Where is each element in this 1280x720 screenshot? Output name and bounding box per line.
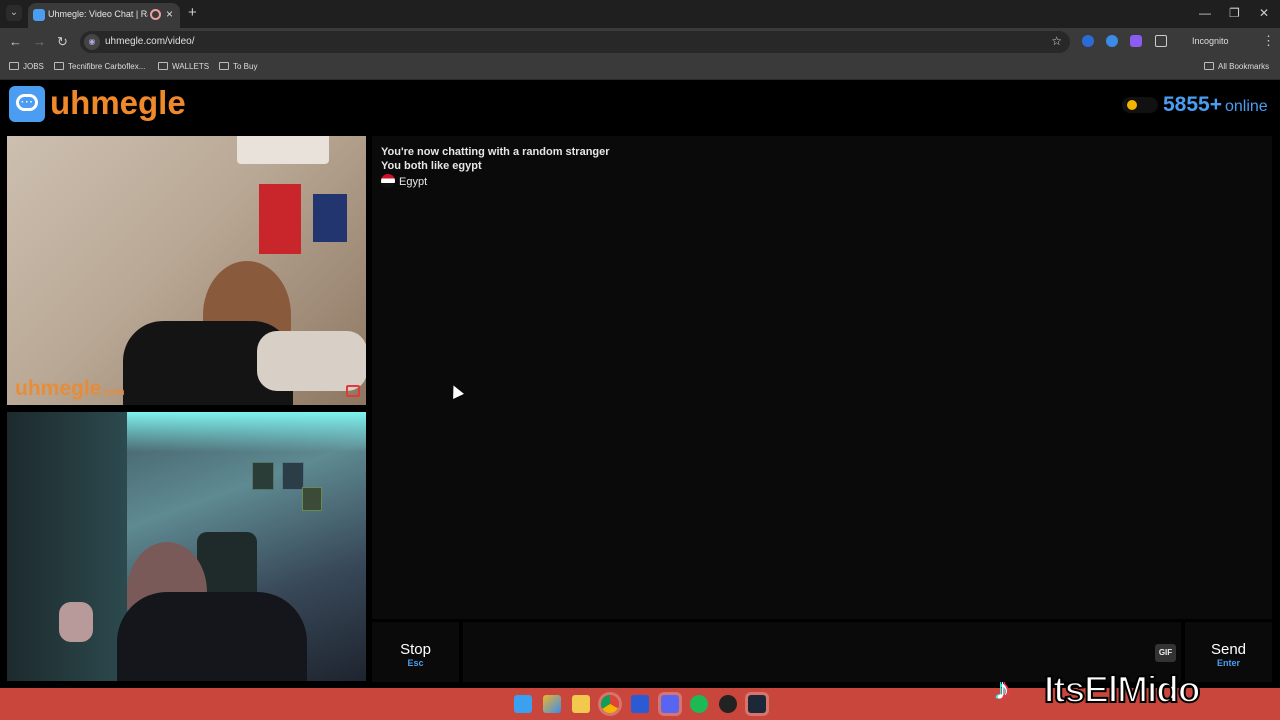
self-video [7,412,366,681]
extension-shield-icon[interactable] [1106,35,1118,47]
self-shirt [117,592,307,681]
chat-bubble-logo-icon[interactable]: ··· [9,86,45,122]
poster [282,462,304,490]
folder-icon [9,62,19,70]
bookmark-to-buy[interactable]: To Buy [219,62,257,71]
bookmark-wallets[interactable]: WALLETS [158,62,209,71]
obs-icon[interactable] [719,695,737,713]
creator-overlay: ItsElMido [1043,668,1201,711]
tab-search-icon[interactable]: ⌄ [6,5,22,21]
tiktok-logo-icon: ♪ [995,673,1010,706]
jersey-blue [313,194,347,242]
self-hand [59,602,93,642]
led-light [117,412,366,452]
bookmark-star-icon[interactable]: ☆ [1051,34,1062,48]
discord-icon[interactable] [661,695,679,713]
chrome-icon[interactable] [601,695,619,713]
back-icon[interactable]: ← [9,34,22,49]
system-message: You both like egypt [381,160,482,172]
gif-button[interactable]: GIF [1155,644,1176,662]
bookmark-jobs[interactable]: JOBS [9,62,44,71]
restore-icon[interactable]: ❐ [1229,6,1240,20]
all-bookmarks[interactable]: All Bookmarks [1204,62,1269,71]
store-icon[interactable] [631,695,649,713]
url-text: uhmegle.com/video/ [105,36,195,47]
poster [302,487,322,511]
air-conditioner [237,136,329,164]
tab-favicon-icon [33,9,45,21]
site-info-icon[interactable]: ◉ [84,34,100,50]
steam-icon[interactable] [748,695,766,713]
spotify-icon[interactable] [690,695,708,713]
bookmark-tecnifibre[interactable]: Tecnifibre Carboflex... [54,62,145,71]
copilot-icon[interactable] [543,695,561,713]
chat-log: You're now chatting with a random strang… [372,136,1272,619]
site-logo[interactable]: uhmegle [50,84,186,122]
start-icon[interactable] [514,695,532,713]
address-bar[interactable]: ◉ uhmegle.com/video/ ☆ [80,31,1070,53]
folder-icon [1204,62,1214,70]
tab-close-icon[interactable]: × [166,7,173,21]
theme-toggle[interactable] [1122,97,1158,113]
bookmarks-bar: JOBS Tecnifibre Carboflex... WALLETS To … [0,56,1280,80]
forward-icon[interactable]: → [33,34,46,49]
file-explorer-icon[interactable] [572,695,590,713]
stranger-country: Egypt [381,174,427,188]
uhmegle-watermark: uhmegle.com [15,377,125,400]
recording-icon [150,9,161,20]
incognito-badge[interactable]: Incognito [1192,36,1229,46]
page-icon [54,62,64,70]
sun-icon [1127,100,1137,110]
minimize-icon[interactable]: — [1199,6,1211,20]
new-tab-button[interactable]: + [188,4,197,21]
egypt-flag-icon [381,174,395,188]
stranger-video: uhmegle.com [7,136,366,405]
online-label: online [1224,98,1268,115]
jersey-red [259,184,301,254]
report-flag-icon[interactable] [346,385,360,397]
system-message: You're now chatting with a random strang… [381,146,610,158]
extension-twitch-icon[interactable] [1130,35,1142,47]
browser-tab[interactable]: Uhmegle: Video Chat | Ran × [28,3,180,28]
stop-button[interactable]: Stop Esc [372,622,459,682]
extension-audio-icon[interactable] [1082,35,1094,47]
bed-sheets [257,331,366,391]
extensions-puzzle-icon[interactable] [1155,35,1167,47]
browser-menu-icon[interactable]: ⋮ [1262,33,1275,49]
online-count: 5855+ [1163,93,1222,116]
online-counter: 5855+ online [1163,93,1268,117]
uhmegle-page: ··· uhmegle 5855+ online uhmegle.com You'… [0,80,1280,688]
folder-icon [219,62,229,70]
poster [252,462,274,490]
folder-icon [158,62,168,70]
reload-icon[interactable]: ↻ [57,34,68,50]
tab-title: Uhmegle: Video Chat | Ran [48,9,148,19]
browser-tab-bar: ⌄ Uhmegle: Video Chat | Ran × + — ❐ ✕ [0,0,1280,28]
window-close-icon[interactable]: ✕ [1259,6,1269,20]
